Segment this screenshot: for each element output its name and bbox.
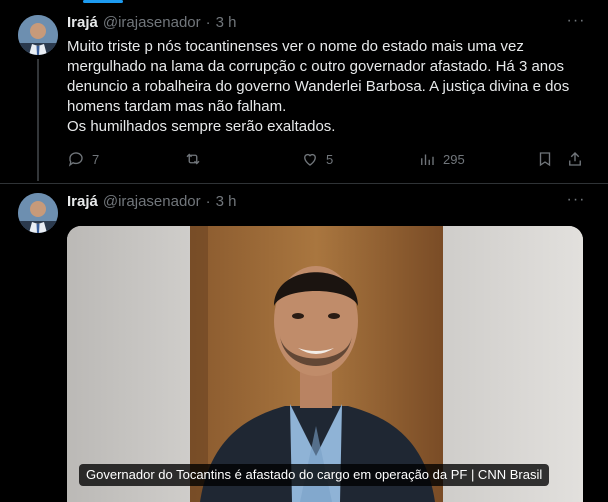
more-options-icon[interactable]: ··· <box>566 13 586 34</box>
action-bar: 7 5 295 <box>67 149 587 169</box>
like-icon <box>304 153 316 166</box>
avatar[interactable] <box>18 193 58 233</box>
link-card-media[interactable]: Governador do Tocantins é afastado do ca… <box>67 226 583 502</box>
image-blur-left <box>67 226 190 502</box>
tweet-header: Irajá @irajasenador · 3 h <box>67 12 237 32</box>
link-card-caption[interactable]: Governador do Tocantins é afastado do ca… <box>79 464 550 486</box>
author-handle[interactable]: @irajasenador <box>103 14 201 31</box>
tweet[interactable]: Irajá @irajasenador · 3 h ··· Muito tris… <box>0 0 608 183</box>
reply-count: 7 <box>92 151 100 167</box>
views-count: 295 <box>443 151 465 167</box>
separator: · <box>205 13 211 31</box>
reply-icon <box>68 152 83 167</box>
share-icon <box>569 152 581 166</box>
more-options-icon[interactable]: ··· <box>566 192 586 213</box>
author-handle[interactable]: @irajasenador <box>103 193 201 210</box>
separator: · <box>205 192 211 210</box>
image-blur-right <box>443 226 583 502</box>
tweet[interactable]: Irajá @irajasenador · 3 h ··· Governador… <box>0 183 608 502</box>
author-name[interactable]: Irajá <box>67 193 98 210</box>
tweet-text: Muito triste p nós tocantinenses ver o n… <box>67 38 570 135</box>
like-count: 5 <box>326 151 334 167</box>
bookmark-icon <box>539 152 551 167</box>
views-icon <box>421 154 434 165</box>
bookmark-button[interactable] <box>536 149 554 169</box>
repost-button[interactable] <box>184 149 209 169</box>
author-name[interactable]: Irajá <box>67 14 98 31</box>
avatar[interactable] <box>18 15 58 55</box>
repost-icon <box>186 153 200 165</box>
share-button[interactable] <box>566 149 584 169</box>
timestamp[interactable]: 3 h <box>216 193 237 210</box>
views-button[interactable]: 295 <box>418 149 465 169</box>
tweet-header: Irajá @irajasenador · 3 h <box>67 191 237 211</box>
timestamp[interactable]: 3 h <box>216 14 237 31</box>
news-photo <box>190 226 443 502</box>
like-button[interactable]: 5 <box>301 149 333 169</box>
reply-button[interactable]: 7 <box>67 149 99 169</box>
thread-line <box>37 59 39 181</box>
